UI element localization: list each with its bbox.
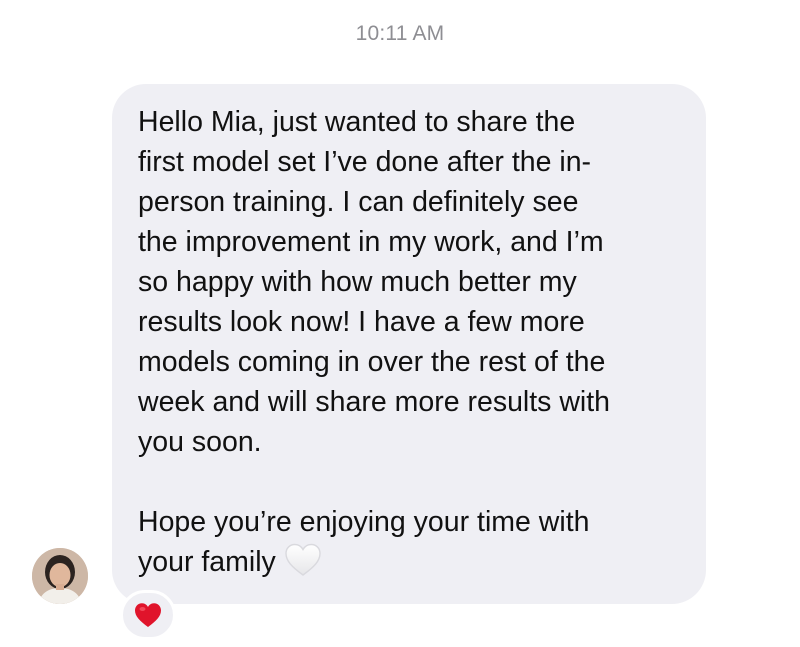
reaction-badge[interactable]	[120, 590, 176, 640]
red-heart-icon	[135, 603, 161, 627]
message-line: week and will share more results with	[138, 386, 611, 418]
message-bubble[interactable]: Hello Mia, just wanted to share the firs…	[112, 84, 706, 604]
message-line: Hope you’re enjoying your time with	[138, 506, 590, 538]
avatar[interactable]	[32, 548, 88, 604]
message-line: Hello Mia, just wanted to share the	[138, 106, 576, 138]
message-line: so happy with how much better my	[138, 266, 577, 298]
message-line: the improvement in my work, and I’m	[138, 226, 604, 258]
white-heart-icon	[285, 543, 321, 576]
avatar-image	[32, 548, 88, 604]
message-timestamp: 10:11 AM	[355, 22, 445, 45]
message-line: results look now! I have a few more	[138, 306, 585, 338]
message-line: you soon.	[138, 426, 262, 458]
message-line: models coming in over the rest of the	[138, 346, 606, 378]
message-line-last: your family	[138, 542, 686, 582]
message-line: person training. I can definitely see	[138, 186, 579, 218]
message-line-text: your family	[138, 546, 276, 578]
message-line: first model set I’ve done after the in-	[138, 146, 592, 178]
